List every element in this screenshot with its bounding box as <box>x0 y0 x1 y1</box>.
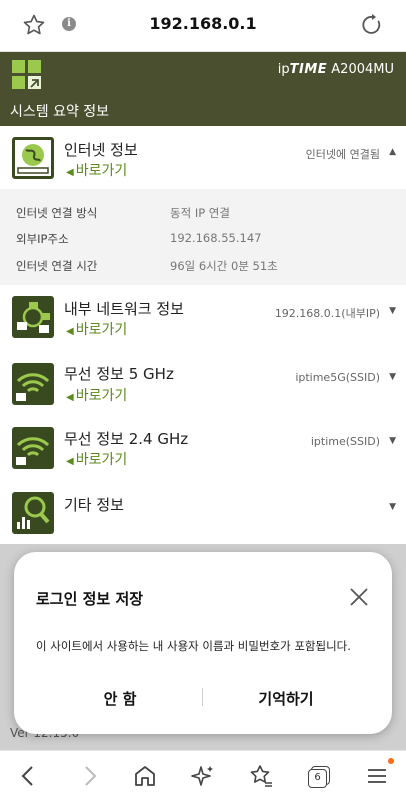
tabs-icon[interactable]: 6 <box>306 763 332 789</box>
section-title: 기타 정보 <box>64 496 124 514</box>
shortcut-link[interactable]: ◀ 바로가기 <box>66 160 127 180</box>
detail-value: 96일 6시간 0분 51초 <box>170 259 278 273</box>
forward-arrow-icon[interactable] <box>76 763 102 789</box>
shortcut-link[interactable]: ◀ 바로가기 <box>66 385 127 405</box>
caret-up-icon[interactable]: ▲ <box>389 147 396 157</box>
section-wifi-24ghz[interactable]: 무선 정보 2.4 GHz ◀ 바로가기 iptime(SSID) ▼ <box>0 417 406 483</box>
section-other[interactable]: 기타 정보 ▼ <box>0 483 406 544</box>
status-text: 192.168.0.1(내부IP) <box>274 307 380 320</box>
never-button[interactable]: 안 함 <box>40 688 200 709</box>
detail-value: 192.168.55.147 <box>170 231 262 245</box>
back-arrow-icon[interactable] <box>16 763 42 789</box>
browser-address-bar: i 192.168.0.1 <box>0 0 406 52</box>
remember-button[interactable]: 기억하기 <box>206 688 366 709</box>
notification-dot <box>388 758 394 764</box>
section-network[interactable]: 내부 네트워크 정보 ◀ 바로가기 192.168.0.1(내부IP) ▼ <box>0 285 406 351</box>
detail-label: 인터넷 연결 방식 <box>16 206 98 220</box>
internet-details: 인터넷 연결 방식 동적 IP 연결 외부IP주소 192.168.55.147… <box>0 189 406 285</box>
section-title: 인터넷 정보 <box>64 141 138 159</box>
globe-icon <box>12 137 54 179</box>
caret-down-icon[interactable]: ▼ <box>389 306 396 316</box>
browser-bottom-bar: 6 <box>0 750 406 800</box>
caret-down-icon[interactable]: ▼ <box>389 502 396 512</box>
section-title: 무선 정보 2.4 GHz <box>64 430 189 448</box>
url-text[interactable]: 192.168.0.1 <box>0 14 406 33</box>
page-title: 시스템 요약 정보 <box>10 104 110 120</box>
shortcut-link[interactable]: ◀ 바로가기 <box>66 449 127 469</box>
status-text: 인터넷에 연결됨 <box>305 148 380 161</box>
dialog-message: 이 사이트에서 사용하는 내 사용자 이름과 비밀번호가 포함됩니다. <box>36 639 351 653</box>
detail-label: 인터넷 연결 시간 <box>16 259 98 273</box>
reload-icon[interactable] <box>360 13 384 37</box>
caret-down-icon[interactable]: ▼ <box>389 436 396 446</box>
home-icon[interactable] <box>132 763 158 789</box>
section-title: 무선 정보 5 GHz <box>64 365 174 383</box>
wifi-icon <box>12 363 54 405</box>
status-text: iptime(SSID) <box>310 435 380 448</box>
section-wifi-5ghz[interactable]: 무선 정보 5 GHz ◀ 바로가기 iptime5G(SSID) ▼ <box>0 351 406 417</box>
save-login-dialog: 로그인 정보 저장 이 사이트에서 사용하는 내 사용자 이름과 비밀번호가 포… <box>14 552 392 734</box>
dialog-title: 로그인 정보 저장 <box>36 590 144 608</box>
section-internet[interactable]: 인터넷 정보 ◀ 바로가기 인터넷에 연결됨 ▲ <box>0 126 406 189</box>
router-header: ipTIME A2004MU 시스템 요약 정보 <box>0 52 406 126</box>
close-icon[interactable] <box>348 586 370 608</box>
star-list-icon[interactable] <box>248 763 274 789</box>
shortcut-link[interactable]: ◀ 바로가기 <box>66 319 127 339</box>
network-icon <box>12 296 54 338</box>
brand-model: ipTIME A2004MU <box>277 62 394 77</box>
detail-value: 동적 IP 연결 <box>170 206 230 220</box>
menu-icon[interactable] <box>364 763 390 789</box>
wifi-icon <box>12 427 54 469</box>
magnifier-chart-icon <box>12 492 54 534</box>
caret-down-icon[interactable]: ▼ <box>389 372 396 382</box>
status-text: iptime5G(SSID) <box>295 371 380 384</box>
sparkle-icon[interactable] <box>190 763 216 789</box>
detail-label: 외부IP주소 <box>16 232 69 246</box>
iptime-logo-icon <box>12 60 42 90</box>
section-title: 내부 네트워크 정보 <box>64 300 184 318</box>
button-divider <box>202 688 203 706</box>
